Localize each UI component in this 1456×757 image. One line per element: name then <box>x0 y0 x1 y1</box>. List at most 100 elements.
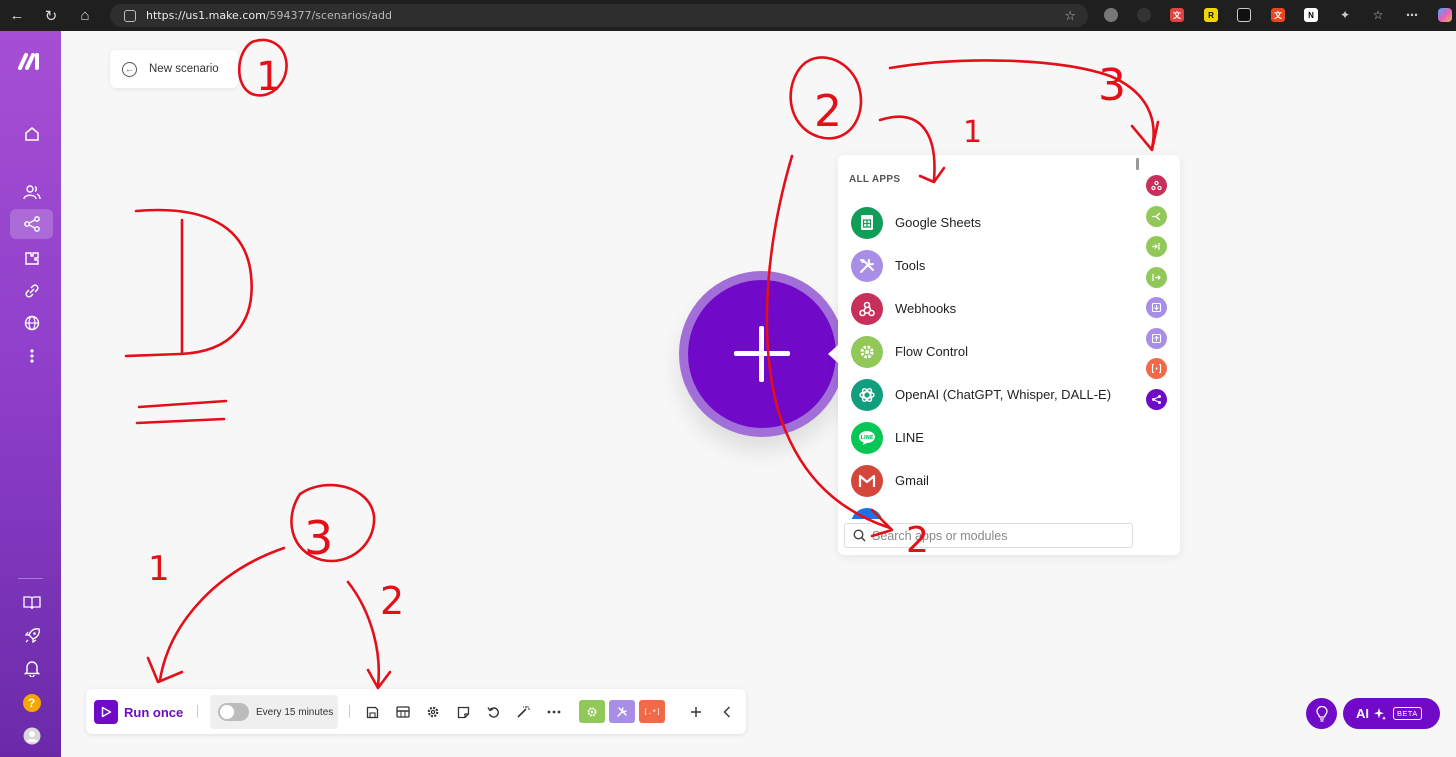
scrollbar[interactable] <box>1136 158 1139 170</box>
site-info-icon[interactable] <box>124 9 136 22</box>
browser-toolbar: ← ↻ ⌂ https://us1.make.com/594377/scenar… <box>0 0 1456 31</box>
annotation-number: 3 <box>1098 60 1126 111</box>
text-parser-shortcut[interactable]: [.*] <box>639 700 665 723</box>
svg-text:LINE: LINE <box>861 435 874 441</box>
webhooks-globe-icon[interactable] <box>10 308 53 338</box>
app-item-webhooks[interactable]: Webhooks <box>838 287 1138 330</box>
schedule-setting[interactable]: Every 15 minutes <box>210 695 338 729</box>
make-logo-icon[interactable] <box>10 46 53 76</box>
address-bar[interactable]: https://us1.make.com/594377/scenarios/ad… <box>110 4 1088 27</box>
favorites-icon[interactable]: ☆ <box>1371 8 1385 22</box>
filter-triggers-icon[interactable] <box>1146 175 1167 196</box>
gear-icon <box>851 335 883 368</box>
filter-output-icon[interactable] <box>1146 327 1167 349</box>
add-module-button[interactable] <box>688 280 836 428</box>
filter-router-icon[interactable] <box>1146 205 1167 227</box>
tools-icon <box>851 249 883 282</box>
app-item-openai[interactable]: OpenAI (ChatGPT, Whisper, DALL-E) <box>838 373 1138 416</box>
app-item-google-sheets[interactable]: Google Sheets <box>838 201 1138 244</box>
filter-text-parser-icon[interactable] <box>1146 358 1167 379</box>
annotation-number: 2 <box>380 579 404 623</box>
arrow-left-icon: ← <box>122 61 137 77</box>
home-icon[interactable] <box>10 119 53 149</box>
ai-assistant-button[interactable]: AI BETA <box>1343 698 1440 729</box>
extension-icon[interactable] <box>1137 8 1151 22</box>
home-icon[interactable]: ⌂ <box>68 0 102 31</box>
reload-icon[interactable]: ↻ <box>34 0 68 31</box>
translate-extension-icon[interactable]: 文 <box>1170 8 1184 22</box>
app-item-tools[interactable]: Tools <box>838 244 1138 287</box>
notion-extension-icon[interactable]: N <box>1304 8 1318 22</box>
extension-icon[interactable]: 文 <box>1271 8 1285 22</box>
back-arrow-icon[interactable]: ← <box>0 0 34 31</box>
app-picker-panel: ALL APPS Google Sheets Tools Webhooks Fl… <box>838 155 1180 555</box>
extension-r-icon[interactable]: R <box>1204 8 1218 22</box>
filter-input-icon[interactable] <box>1146 297 1167 318</box>
menu-dots-icon[interactable]: ⋯ <box>1405 8 1419 22</box>
auto-align-icon[interactable] <box>393 702 413 722</box>
annotation-number: 1 <box>148 549 170 589</box>
annotation-arrow-to-filters <box>888 59 1160 152</box>
connections-icon[interactable] <box>10 276 53 306</box>
picker-pointer <box>828 345 838 363</box>
filter-flow-icon[interactable] <box>1146 388 1167 410</box>
avatar[interactable] <box>10 721 53 751</box>
back-to-scenarios-button[interactable]: ← New scenario <box>110 50 238 88</box>
extension-icon[interactable] <box>1104 8 1118 22</box>
annotation-number: 1 <box>963 115 982 150</box>
notes-icon[interactable] <box>453 702 473 722</box>
bell-icon[interactable] <box>10 653 53 683</box>
undo-icon[interactable] <box>483 702 503 722</box>
app-item-line[interactable]: LINE LINE <box>838 416 1138 459</box>
annotation-arrow-to-schedule <box>346 580 392 690</box>
rocket-icon[interactable] <box>10 621 53 651</box>
annotation-number: 1 <box>256 54 281 100</box>
team-icon[interactable] <box>10 177 53 207</box>
http-icon <box>851 507 883 519</box>
gear-icon <box>587 707 597 716</box>
annotation-circle-1 <box>238 38 288 97</box>
copilot-icon[interactable] <box>1438 8 1452 22</box>
app-item-gmail[interactable]: Gmail <box>838 459 1138 502</box>
flow-control-shortcut[interactable] <box>579 700 605 723</box>
url-text: https://us1.make.com/594377/scenarios/ad… <box>146 9 392 22</box>
schedule-toggle[interactable] <box>218 703 249 721</box>
annotation-number: 3 <box>304 511 333 565</box>
templates-icon[interactable] <box>10 243 53 273</box>
filter-aggregator-icon[interactable] <box>1146 266 1167 288</box>
add-module-node[interactable] <box>679 271 845 437</box>
save-icon[interactable] <box>362 702 382 722</box>
extensions-puzzle-icon[interactable]: ✦ <box>1338 8 1352 22</box>
tools-icon <box>617 706 627 717</box>
toolbar-divider <box>349 705 350 718</box>
add-icon[interactable] <box>686 702 706 722</box>
tools-shortcut[interactable] <box>609 700 635 723</box>
collapse-chevron-icon[interactable] <box>717 702 737 722</box>
annotation-double-line <box>135 399 228 425</box>
run-once-button[interactable]: Run once <box>94 700 183 724</box>
bookmark-star-icon[interactable]: ☆ <box>1064 8 1076 24</box>
app-category-filters <box>1146 175 1174 419</box>
filter-iterator-icon[interactable] <box>1146 236 1167 257</box>
scenario-name: New scenario <box>149 63 219 75</box>
annotation-circle-2 <box>789 56 863 140</box>
sparkle-icon <box>1374 707 1386 720</box>
search-apps-input[interactable] <box>872 528 1112 543</box>
more-options-icon[interactable] <box>544 702 564 722</box>
magic-wand-icon[interactable] <box>513 702 533 722</box>
more-icon[interactable] <box>10 341 53 371</box>
webhooks-icon <box>851 292 883 325</box>
app-item-partial[interactable] <box>838 502 1138 519</box>
help-book-icon[interactable] <box>10 588 53 618</box>
search-apps-field[interactable] <box>844 523 1133 548</box>
extension-icon[interactable] <box>1237 8 1251 22</box>
sidebar-divider <box>18 578 43 579</box>
app-item-flow-control[interactable]: Flow Control <box>838 330 1138 373</box>
annotation-letter-d <box>124 208 253 358</box>
annotation-number: 2 <box>814 86 842 137</box>
scenario-toolbar: Run once Every 15 minutes [.*] <box>86 689 746 734</box>
help-icon[interactable]: ? <box>10 688 53 718</box>
tips-button[interactable] <box>1306 698 1337 729</box>
scenarios-icon[interactable] <box>10 209 53 239</box>
scenario-settings-icon[interactable] <box>423 702 443 722</box>
